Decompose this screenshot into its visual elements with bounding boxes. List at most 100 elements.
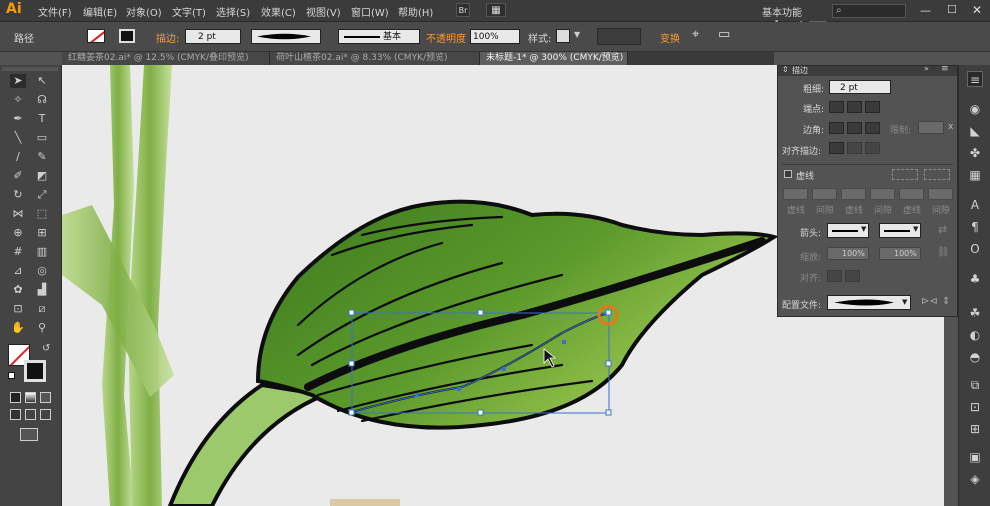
tab-document-1[interactable]: 红糖姜茶02.ai* @ 12.5% (CMYK/叠印预览): [62, 52, 270, 65]
perspective-grid-tool-icon[interactable]: ⊞: [34, 226, 50, 240]
profile-select[interactable]: ▼: [827, 295, 911, 310]
variable-width-profile[interactable]: [251, 29, 321, 44]
scale-tool-icon[interactable]: ⤢: [34, 188, 50, 202]
gradient-tool-icon[interactable]: ▥: [34, 245, 50, 259]
flip-along-icon[interactable]: ⊳⊲: [921, 296, 938, 307]
swap-colors-icon[interactable]: ↺: [42, 343, 50, 354]
none-mode-icon[interactable]: [40, 392, 51, 403]
recolor-button[interactable]: [597, 28, 641, 45]
style-dropdown-icon[interactable]: ▼: [574, 30, 580, 39]
symbol-sprayer-tool-icon[interactable]: ✿: [10, 283, 26, 297]
pathfinder-icon[interactable]: ◈: [967, 471, 983, 487]
menu-file[interactable]: 文件(F): [38, 4, 72, 19]
appearance-icon[interactable]: ◉: [967, 101, 983, 117]
hand-tool-icon[interactable]: ✋: [10, 321, 26, 335]
shape-builder-tool-icon[interactable]: ⊕: [10, 226, 26, 240]
arrow-tip-place-button[interactable]: [845, 270, 860, 282]
brushes-icon[interactable]: ♣: [967, 271, 983, 287]
bevel-join-button[interactable]: [865, 122, 880, 134]
align-dash-button[interactable]: [924, 169, 950, 180]
menu-view[interactable]: 视图(V): [306, 4, 341, 19]
paintbrush-tool-icon[interactable]: ∕: [10, 150, 26, 164]
align-inside-button[interactable]: [847, 142, 862, 154]
arrange-docs-icon[interactable]: ▦: [486, 3, 506, 17]
limit-field[interactable]: [918, 121, 944, 134]
gap-field-2[interactable]: [870, 188, 895, 200]
dashed-line-checkbox[interactable]: [784, 170, 792, 178]
layers-icon[interactable]: ⧉: [967, 377, 983, 393]
gradient-panel-icon[interactable]: ◣: [967, 123, 983, 139]
gap-field-3[interactable]: [928, 188, 953, 200]
transparency-icon[interactable]: ◐: [967, 327, 983, 343]
butt-cap-button[interactable]: [829, 101, 844, 113]
menu-help[interactable]: 帮助(H): [398, 4, 433, 19]
blend-tool-icon[interactable]: ◎: [34, 264, 50, 278]
graphic-styles-icon[interactable]: ◓: [967, 349, 983, 365]
zoom-tool-icon[interactable]: ⚲: [34, 321, 50, 335]
opacity-field[interactable]: 100%: [470, 29, 520, 44]
tab-document-2[interactable]: 荷叶山楂茶02.ai* @ 8.33% (CMYK/预览): [270, 52, 480, 65]
panel-expand-icon[interactable]: »: [924, 64, 929, 73]
align-icon[interactable]: ⌖: [692, 27, 699, 42]
gap-field-1[interactable]: [812, 188, 837, 200]
stroke-color-box[interactable]: [24, 360, 46, 382]
panel-menu-icon[interactable]: ≡: [941, 64, 949, 74]
swap-arrowheads-icon[interactable]: ⇄: [938, 223, 947, 236]
dash-field-3[interactable]: [899, 188, 924, 200]
menu-select[interactable]: 选择(S): [216, 4, 250, 19]
width-tool-icon[interactable]: ⋈: [10, 207, 26, 221]
minimize-icon[interactable]: —: [920, 4, 931, 17]
bridge-button[interactable]: Br: [456, 3, 470, 17]
stroke-swatch[interactable]: [119, 29, 135, 43]
align-outside-button[interactable]: [865, 142, 880, 154]
slice-tool-icon[interactable]: ⧄: [34, 302, 50, 316]
screen-mode-icon[interactable]: [20, 428, 38, 441]
menu-window[interactable]: 窗口(W): [351, 4, 389, 19]
stroke-panel-dock-icon[interactable]: ≡: [967, 71, 983, 87]
tab-document-3[interactable]: 未标题-1* @ 300% (CMYK/预览): [480, 52, 628, 65]
close-icon[interactable]: ✕: [972, 3, 982, 17]
artboard-tool-icon[interactable]: ⊡: [10, 302, 26, 316]
transform-panel-icon[interactable]: ▣: [967, 449, 983, 465]
menu-edit[interactable]: 编辑(E): [83, 4, 117, 19]
stroke-panel-titlebar[interactable]: ⇕ 描边 » ≡: [778, 64, 957, 76]
pen-tool-icon[interactable]: ✒: [10, 112, 26, 126]
eraser-tool-icon[interactable]: ◩: [34, 169, 50, 183]
pencil-tool-icon[interactable]: ✎: [34, 150, 50, 164]
maximize-icon[interactable]: ☐: [947, 3, 957, 16]
color-mode-icon[interactable]: [10, 392, 21, 403]
transform-link[interactable]: 变换: [660, 30, 680, 45]
draw-behind-icon[interactable]: [25, 409, 36, 420]
paragraph-icon[interactable]: ¶: [967, 219, 983, 235]
menu-object[interactable]: 对象(O): [126, 4, 162, 19]
graphic-style-swatch[interactable]: [556, 29, 570, 43]
swatches-icon[interactable]: ▦: [967, 167, 983, 183]
stroke-label[interactable]: 描边:: [156, 30, 179, 45]
opentype-icon[interactable]: O: [967, 241, 983, 257]
draw-inside-icon[interactable]: [40, 409, 51, 420]
blob-brush-tool-icon[interactable]: ✐: [10, 169, 26, 183]
default-colors-icon[interactable]: [8, 372, 15, 379]
symbols-icon[interactable]: ☘: [967, 305, 983, 321]
free-transform-tool-icon[interactable]: ⬚: [34, 207, 50, 221]
eyedropper-tool-icon[interactable]: ⊿: [10, 264, 26, 278]
selection-tool-icon[interactable]: ➤: [10, 74, 26, 88]
link-scale-icon[interactable]: ⛓: [937, 247, 950, 258]
end-scale-field[interactable]: 100%: [879, 247, 921, 260]
align-center-button[interactable]: [829, 142, 844, 154]
round-join-button[interactable]: [847, 122, 862, 134]
menu-type[interactable]: 文字(T): [172, 4, 206, 19]
line-tool-icon[interactable]: ╲: [10, 131, 26, 145]
round-cap-button[interactable]: [847, 101, 862, 113]
flip-across-icon[interactable]: ⇕: [942, 296, 950, 307]
start-arrowhead-select[interactable]: ▼: [827, 223, 869, 238]
end-arrowhead-select[interactable]: ▼: [879, 223, 921, 238]
fill-swatch[interactable]: [87, 29, 105, 43]
dash-field-2[interactable]: [841, 188, 866, 200]
align-panel-icon[interactable]: ⊞: [967, 421, 983, 437]
type-tool-icon[interactable]: T: [34, 112, 50, 126]
character-icon[interactable]: A: [967, 197, 983, 213]
column-graph-tool-icon[interactable]: ▟: [34, 283, 50, 297]
draw-normal-icon[interactable]: [10, 409, 21, 420]
weight-field[interactable]: 2 pt: [829, 80, 891, 94]
